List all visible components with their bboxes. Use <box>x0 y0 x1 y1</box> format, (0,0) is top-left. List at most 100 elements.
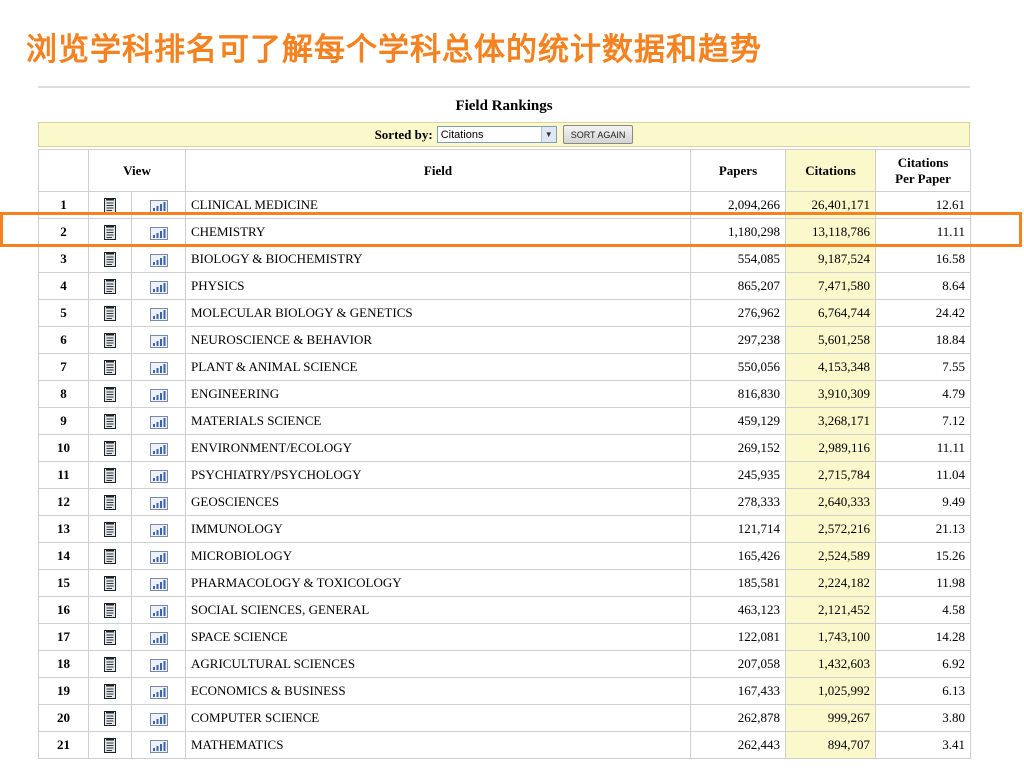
view-chart-cell[interactable] <box>131 380 186 408</box>
bar-chart-icon[interactable] <box>149 251 168 267</box>
document-icon[interactable] <box>104 278 116 295</box>
view-chart-cell[interactable] <box>131 542 186 570</box>
view-chart-cell[interactable] <box>131 623 186 651</box>
view-papers-cell[interactable] <box>88 623 132 651</box>
document-icon[interactable] <box>104 413 116 430</box>
view-papers-cell[interactable] <box>88 299 132 327</box>
table-row: 9 MATERIALS SCIENCE 459,129 3,268,171 7.12 <box>38 407 971 435</box>
view-papers-cell[interactable] <box>88 488 132 516</box>
view-papers-cell[interactable] <box>88 326 132 354</box>
view-chart-cell[interactable] <box>131 326 186 354</box>
papers-cell: 554,085 <box>690 245 786 273</box>
document-icon[interactable] <box>104 386 116 403</box>
document-icon[interactable] <box>104 548 116 565</box>
view-chart-cell[interactable] <box>131 218 186 246</box>
view-chart-cell[interactable] <box>131 704 186 732</box>
papers-cell: 121,714 <box>690 515 786 543</box>
view-chart-cell[interactable] <box>131 245 186 273</box>
bar-chart-icon[interactable] <box>149 548 168 564</box>
view-chart-cell[interactable] <box>131 461 186 489</box>
document-icon[interactable] <box>104 494 116 511</box>
document-icon[interactable] <box>104 521 116 538</box>
document-icon[interactable] <box>104 737 116 754</box>
document-icon[interactable] <box>104 251 116 268</box>
bar-chart-icon[interactable] <box>149 467 168 483</box>
header-papers[interactable]: Papers <box>690 149 786 192</box>
view-papers-cell[interactable] <box>88 434 132 462</box>
bar-chart-icon[interactable] <box>149 710 168 726</box>
view-papers-cell[interactable] <box>88 272 132 300</box>
view-papers-cell[interactable] <box>88 650 132 678</box>
view-chart-cell[interactable] <box>131 677 186 705</box>
document-icon[interactable] <box>104 467 116 484</box>
citations-cell: 13,118,786 <box>785 218 876 246</box>
bar-chart-icon[interactable] <box>149 197 168 213</box>
document-icon[interactable] <box>104 629 116 646</box>
bar-chart-icon[interactable] <box>149 440 168 456</box>
view-papers-cell[interactable] <box>88 461 132 489</box>
document-icon[interactable] <box>104 197 116 214</box>
view-papers-cell[interactable] <box>88 569 132 597</box>
view-papers-cell[interactable] <box>88 218 132 246</box>
view-chart-cell[interactable] <box>131 731 186 759</box>
view-chart-cell[interactable] <box>131 407 186 435</box>
view-chart-cell[interactable] <box>131 299 186 327</box>
bar-chart-icon[interactable] <box>149 332 168 348</box>
sort-select[interactable]: Citations ▼ <box>436 126 557 143</box>
papers-cell: 2,094,266 <box>690 191 786 219</box>
view-chart-cell[interactable] <box>131 488 186 516</box>
document-icon[interactable] <box>104 332 116 349</box>
bar-chart-icon[interactable] <box>149 656 168 672</box>
document-icon[interactable] <box>104 683 116 700</box>
bar-chart-icon[interactable] <box>149 737 168 753</box>
bar-chart-icon[interactable] <box>149 305 168 321</box>
bar-chart-icon[interactable] <box>149 359 168 375</box>
document-icon[interactable] <box>104 224 116 241</box>
view-papers-cell[interactable] <box>88 353 132 381</box>
document-icon[interactable] <box>104 710 116 727</box>
bar-chart-icon[interactable] <box>149 629 168 645</box>
bar-chart-icon[interactable] <box>149 494 168 510</box>
bar-chart-icon[interactable] <box>149 278 168 294</box>
chevron-down-icon[interactable]: ▼ <box>540 127 556 142</box>
document-icon[interactable] <box>104 575 116 592</box>
field-cell: SOCIAL SCIENCES, GENERAL <box>185 596 691 624</box>
citations-cell: 2,640,333 <box>785 488 876 516</box>
view-chart-cell[interactable] <box>131 353 186 381</box>
papers-cell: 262,878 <box>690 704 786 732</box>
view-chart-cell[interactable] <box>131 596 186 624</box>
document-icon[interactable] <box>104 359 116 376</box>
bar-chart-icon[interactable] <box>149 413 168 429</box>
view-chart-cell[interactable] <box>131 434 186 462</box>
document-icon[interactable] <box>104 440 116 457</box>
sort-again-button[interactable]: SORT AGAIN <box>562 125 634 144</box>
bar-chart-icon[interactable] <box>149 575 168 591</box>
document-icon[interactable] <box>104 656 116 673</box>
view-papers-cell[interactable] <box>88 407 132 435</box>
view-chart-cell[interactable] <box>131 272 186 300</box>
view-papers-cell[interactable] <box>88 515 132 543</box>
view-papers-cell[interactable] <box>88 380 132 408</box>
header-citations[interactable]: Citations <box>785 149 876 192</box>
header-citations-per-paper[interactable]: Citations Per Paper <box>875 149 971 192</box>
table-row: 19 ECONOMICS & BUSINESS 167,433 1,025,992 6.… <box>38 677 971 705</box>
document-icon[interactable] <box>104 602 116 619</box>
bar-chart-icon[interactable] <box>149 224 168 240</box>
view-chart-cell[interactable] <box>131 569 186 597</box>
bar-chart-icon[interactable] <box>149 386 168 402</box>
bar-chart-icon[interactable] <box>149 521 168 537</box>
view-chart-cell[interactable] <box>131 191 186 219</box>
document-icon[interactable] <box>104 305 116 322</box>
view-papers-cell[interactable] <box>88 704 132 732</box>
view-papers-cell[interactable] <box>88 191 132 219</box>
bar-chart-icon[interactable] <box>149 683 168 699</box>
rank-cell: 15 <box>38 569 89 597</box>
view-papers-cell[interactable] <box>88 677 132 705</box>
view-chart-cell[interactable] <box>131 650 186 678</box>
view-papers-cell[interactable] <box>88 245 132 273</box>
bar-chart-icon[interactable] <box>149 602 168 618</box>
view-papers-cell[interactable] <box>88 731 132 759</box>
view-papers-cell[interactable] <box>88 596 132 624</box>
view-papers-cell[interactable] <box>88 542 132 570</box>
view-chart-cell[interactable] <box>131 515 186 543</box>
